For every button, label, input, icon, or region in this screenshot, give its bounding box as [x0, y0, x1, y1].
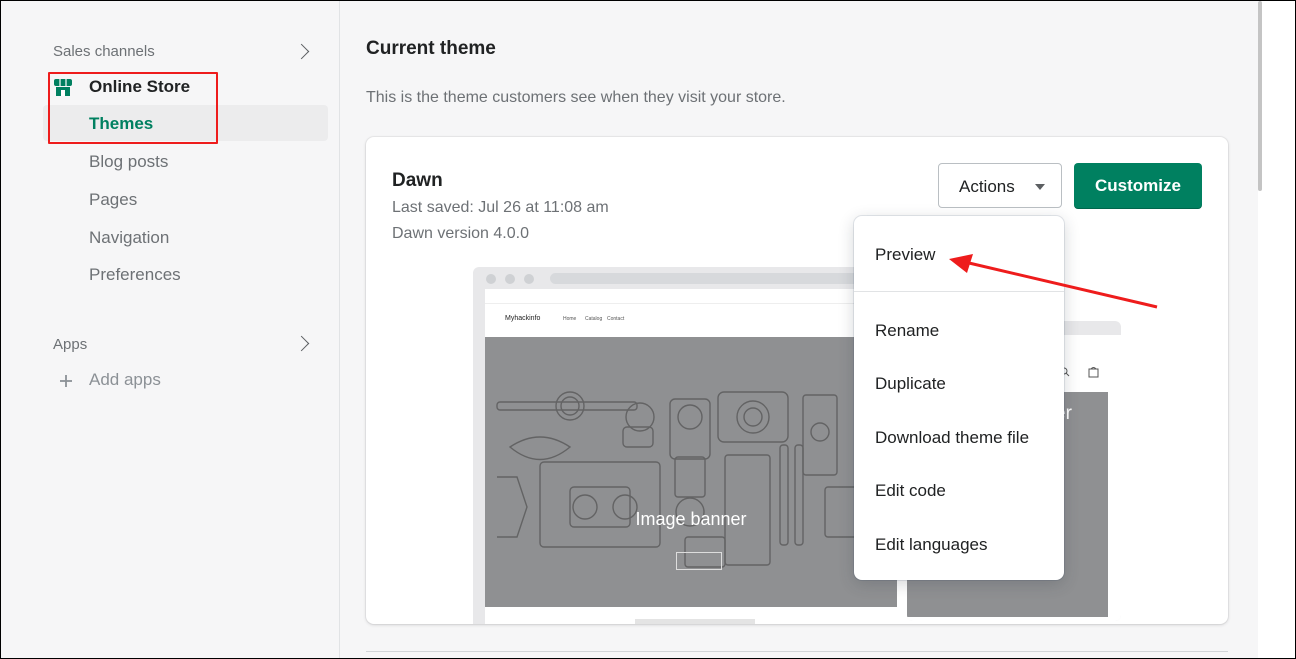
- highlight-annotation: [48, 72, 218, 144]
- page-title: Current theme: [366, 38, 496, 59]
- preview-nav-contact: Contact: [607, 316, 625, 322]
- sidebar-item-preferences[interactable]: Preferences: [89, 265, 181, 285]
- theme-version: Dawn version 4.0.0: [392, 225, 529, 242]
- caret-down-icon: [1035, 184, 1045, 190]
- sidebar-item-pages[interactable]: Pages: [89, 190, 137, 210]
- theme-last-saved: Last saved: Jul 26 at 11:08 am: [392, 199, 609, 216]
- preview-shop-button: [676, 552, 722, 570]
- sidebar: Sales channels Online Store Themes Blog …: [38, 1, 340, 658]
- preview-banner-title: Image banner: [635, 509, 747, 529]
- sidebar-item-navigation[interactable]: Navigation: [89, 228, 169, 248]
- sidebar-item-blog-posts[interactable]: Blog posts: [89, 152, 168, 172]
- apps-heading: Apps: [53, 336, 88, 353]
- app-window: Sales channels Online Store Themes Blog …: [0, 0, 1296, 659]
- menu-item-rename[interactable]: Rename: [875, 321, 939, 341]
- actions-menu: Preview Rename Duplicate Download theme …: [854, 216, 1064, 580]
- apps-chevron-icon[interactable]: [293, 335, 310, 352]
- menu-item-edit-code[interactable]: Edit code: [875, 481, 946, 501]
- customize-button[interactable]: Customize: [1074, 163, 1202, 209]
- preview-image-banner: Image banner: [485, 337, 897, 607]
- sales-channels-chevron-icon[interactable]: [293, 43, 310, 60]
- main-content: Current theme This is the theme customer…: [340, 1, 1258, 658]
- window-dot-icon: [505, 274, 515, 284]
- menu-item-duplicate[interactable]: Duplicate: [875, 374, 946, 394]
- plus-icon: [60, 375, 72, 387]
- add-apps-label: Add apps: [89, 370, 161, 389]
- menu-separator: [854, 291, 1064, 292]
- preview-nav-catalog: Catalog: [585, 316, 603, 322]
- preview-featured-heading: [635, 619, 755, 624]
- current-theme-card: Dawn Last saved: Jul 26 at 11:08 am Dawn…: [366, 137, 1228, 624]
- preview-nav-home: Home: [563, 316, 577, 322]
- page-subtitle: This is the theme customers see when the…: [366, 89, 786, 106]
- preview-announcement-bar: [485, 289, 897, 304]
- scrollbar-thumb[interactable]: [1258, 1, 1262, 191]
- menu-item-preview[interactable]: Preview: [875, 245, 935, 265]
- window-dot-icon: [486, 274, 496, 284]
- theme-desktop-preview: Myhackinfo Home Catalog Contact Image ba…: [473, 267, 897, 624]
- preview-url-bar: [550, 273, 890, 284]
- theme-name: Dawn: [392, 170, 443, 191]
- actions-button[interactable]: Actions: [938, 163, 1062, 208]
- preview-cart-icon: [1088, 367, 1099, 378]
- sales-channels-heading: Sales channels: [53, 43, 155, 60]
- scrollbar-track[interactable]: [1258, 1, 1295, 658]
- section-divider: [366, 651, 1228, 652]
- preview-brand: Myhackinfo: [505, 315, 541, 322]
- menu-item-download-theme-file[interactable]: Download theme file: [875, 428, 1029, 448]
- actions-label: Actions: [959, 177, 1015, 196]
- menu-item-edit-languages[interactable]: Edit languages: [875, 535, 987, 555]
- window-dot-icon: [524, 274, 534, 284]
- preview-page: Myhackinfo Home Catalog Contact Image ba…: [485, 289, 897, 624]
